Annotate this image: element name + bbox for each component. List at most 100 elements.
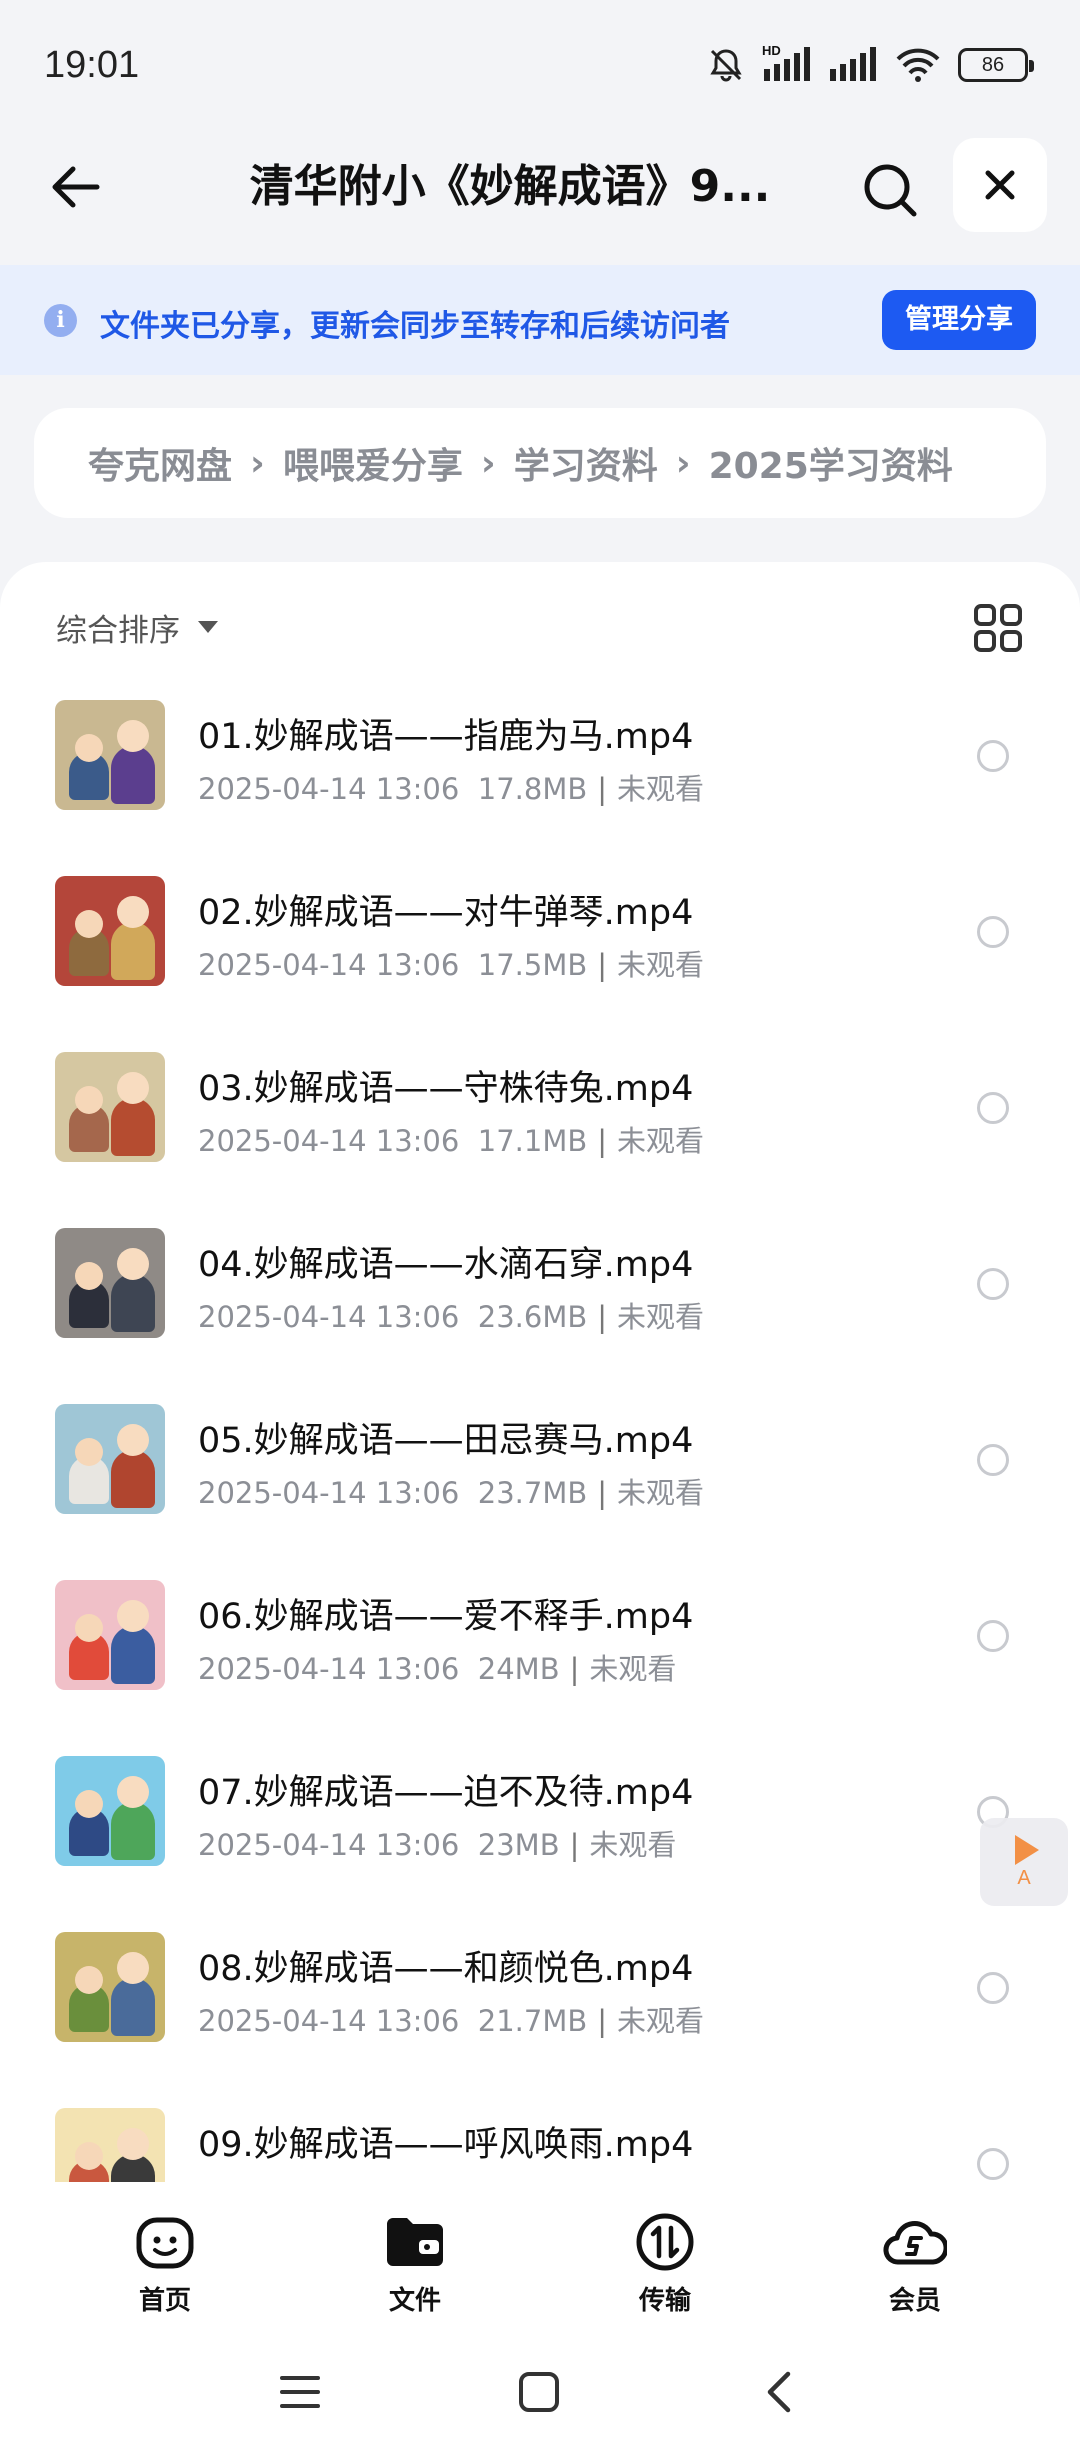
- cell-signal-icon: [828, 47, 878, 83]
- file-date: 2025-04-14 13:06: [198, 948, 460, 982]
- file-name: 04.妙解成语——水滴石穿.mp4: [198, 1245, 694, 1285]
- chevron-right-icon: ›: [675, 442, 691, 484]
- select-radio[interactable]: [977, 1268, 1009, 1300]
- file-meta: 2025-04-14 13:06 17.5MB | 未观看: [198, 948, 705, 982]
- watch-status: 未观看: [589, 1828, 677, 1862]
- bottom-nav: 首页 文件 传输 会员: [0, 2182, 1080, 2332]
- close-button[interactable]: [953, 138, 1047, 232]
- file-size: 23.7MB: [477, 1476, 588, 1510]
- chevron-right-icon: ›: [480, 442, 496, 484]
- file-name: 01.妙解成语——指鹿为马.mp4: [198, 717, 694, 757]
- nav-label: 首页: [138, 2286, 191, 2316]
- manage-share-button[interactable]: 管理分享: [882, 290, 1036, 350]
- breadcrumb-item[interactable]: 夸克网盘: [88, 437, 232, 489]
- sort-label: 综合排序: [56, 612, 180, 649]
- nav-vip[interactable]: 会员: [855, 2210, 975, 2317]
- file-row[interactable]: 09.妙解成语——呼风唤雨.mp4: [0, 2108, 1080, 2182]
- select-radio[interactable]: [977, 1620, 1009, 1652]
- file-size: 17.5MB: [477, 948, 588, 982]
- network-label: HD: [762, 43, 781, 58]
- wifi-icon: [894, 47, 942, 83]
- file-meta: 2025-04-14 13:06 21.7MB | 未观看: [198, 2004, 705, 2038]
- breadcrumb-item[interactable]: 喂喂爱分享: [283, 437, 463, 489]
- file-row[interactable]: 04.妙解成语——水滴石穿.mp4 2025-04-14 13:06 23.6M…: [0, 1228, 1080, 1404]
- home-face-icon: [136, 2217, 194, 2269]
- nav-files[interactable]: 文件: [355, 2210, 475, 2317]
- select-radio[interactable]: [977, 916, 1009, 948]
- file-meta: 2025-04-14 13:06 17.1MB | 未观看: [198, 1124, 705, 1158]
- status-icons: HD 86: [706, 43, 1034, 85]
- menu-button[interactable]: [270, 2362, 330, 2422]
- status-bar: 19:01 HD 86: [0, 0, 1080, 130]
- file-row[interactable]: 07.妙解成语——迫不及待.mp4 2025-04-14 13:06 23MB |…: [0, 1756, 1080, 1932]
- select-radio[interactable]: [977, 1092, 1009, 1124]
- breadcrumb-item[interactable]: 2025学习资料: [709, 437, 953, 489]
- file-name: 02.妙解成语——对牛弹琴.mp4: [198, 893, 694, 933]
- file-name: 07.妙解成语——迫不及待.mp4: [198, 1773, 694, 1813]
- nav-transfer[interactable]: 传输: [605, 2210, 725, 2317]
- file-name: 08.妙解成语——和颜悦色.mp4: [198, 1949, 694, 1989]
- video-thumbnail: [55, 2108, 165, 2182]
- file-meta: 2025-04-14 13:06 23MB | 未观看: [198, 1828, 677, 1862]
- watch-status: 未观看: [617, 1476, 705, 1510]
- video-thumbnail: [55, 1052, 165, 1162]
- system-nav-bar: [0, 2332, 1080, 2460]
- breadcrumb-item[interactable]: 学习资料: [514, 437, 658, 489]
- nav-label: 文件: [388, 2286, 441, 2316]
- select-radio[interactable]: [977, 2148, 1009, 2180]
- floating-player-widget[interactable]: A: [980, 1818, 1068, 1906]
- video-thumbnail: [55, 1228, 165, 1338]
- file-panel: 综合排序 01.妙解成语——指鹿为马.mp4 2025-04-14 13:06 …: [0, 562, 1080, 2182]
- file-meta: 2025-04-14 13:06 23.7MB | 未观看: [198, 1476, 705, 1510]
- select-radio[interactable]: [977, 1972, 1009, 2004]
- file-row[interactable]: 06.妙解成语——爱不释手.mp4 2025-04-14 13:06 24MB |…: [0, 1580, 1080, 1756]
- vip-cloud-icon: [883, 2221, 947, 2265]
- system-back-button[interactable]: [750, 2362, 810, 2422]
- file-meta: 2025-04-14 13:06 23.6MB | 未观看: [198, 1300, 705, 1334]
- folder-icon: [387, 2218, 443, 2266]
- file-name: 05.妙解成语——田忌赛马.mp4: [198, 1421, 694, 1461]
- file-name: 06.妙解成语——爱不释手.mp4: [198, 1597, 694, 1637]
- menu-icon: [280, 2376, 320, 2408]
- file-row[interactable]: 03.妙解成语——守株待兔.mp4 2025-04-14 13:06 17.1M…: [0, 1052, 1080, 1228]
- file-name: 09.妙解成语——呼风唤雨.mp4: [198, 2125, 694, 2165]
- video-thumbnail: [55, 1756, 165, 1866]
- video-thumbnail: [55, 1932, 165, 2042]
- floating-widget-label: A: [1017, 1866, 1031, 1889]
- file-meta: 2025-04-14 13:06 17.8MB | 未观看: [198, 772, 705, 806]
- nav-home[interactable]: 首页: [105, 2210, 225, 2317]
- battery-icon: 86: [958, 48, 1034, 82]
- watch-status: 未观看: [589, 1652, 677, 1686]
- home-button[interactable]: [509, 2362, 569, 2422]
- file-row[interactable]: 02.妙解成语——对牛弹琴.mp4 2025-04-14 13:06 17.5M…: [0, 876, 1080, 1052]
- file-date: 2025-04-14 13:06: [198, 1476, 460, 1510]
- nav-label: 会员: [888, 2286, 941, 2316]
- file-date: 2025-04-14 13:06: [198, 1300, 460, 1334]
- search-button[interactable]: [850, 150, 930, 230]
- search-icon: [864, 164, 917, 217]
- file-row[interactable]: 01.妙解成语——指鹿为马.mp4 2025-04-14 13:06 17.8M…: [0, 700, 1080, 876]
- video-thumbnail: [55, 700, 165, 810]
- file-date: 2025-04-14 13:06: [198, 772, 460, 806]
- file-date: 2025-04-14 13:06: [198, 1652, 460, 1686]
- select-radio[interactable]: [977, 1444, 1009, 1476]
- sort-dropdown[interactable]: 综合排序: [56, 602, 218, 652]
- file-row[interactable]: 08.妙解成语——和颜悦色.mp4 2025-04-14 13:06 21.7M…: [0, 1932, 1080, 2108]
- file-size: 17.1MB: [477, 1124, 588, 1158]
- chevron-right-icon: ›: [250, 442, 265, 484]
- status-time: 19:01: [44, 43, 140, 86]
- file-date: 2025-04-14 13:06: [198, 2004, 460, 2038]
- watch-status: 未观看: [617, 948, 705, 982]
- mute-bell-icon: [706, 45, 746, 85]
- share-banner-text: 文件夹已分享，更新会同步至转存和后续访问者: [100, 309, 730, 344]
- file-list: 01.妙解成语——指鹿为马.mp4 2025-04-14 13:06 17.8M…: [0, 700, 1080, 2182]
- file-name: 03.妙解成语——守株待兔.mp4: [198, 1069, 694, 1109]
- select-radio[interactable]: [977, 740, 1009, 772]
- grid-view-button[interactable]: [970, 600, 1026, 656]
- file-date: 2025-04-14 13:06: [198, 1124, 460, 1158]
- grid-view-icon: [974, 604, 1022, 652]
- file-meta: 2025-04-14 13:06 24MB | 未观看: [198, 1652, 677, 1686]
- watch-status: 未观看: [617, 2004, 705, 2038]
- file-row[interactable]: 05.妙解成语——田忌赛马.mp4 2025-04-14 13:06 23.7M…: [0, 1404, 1080, 1580]
- file-date: 2025-04-14 13:06: [198, 1828, 460, 1862]
